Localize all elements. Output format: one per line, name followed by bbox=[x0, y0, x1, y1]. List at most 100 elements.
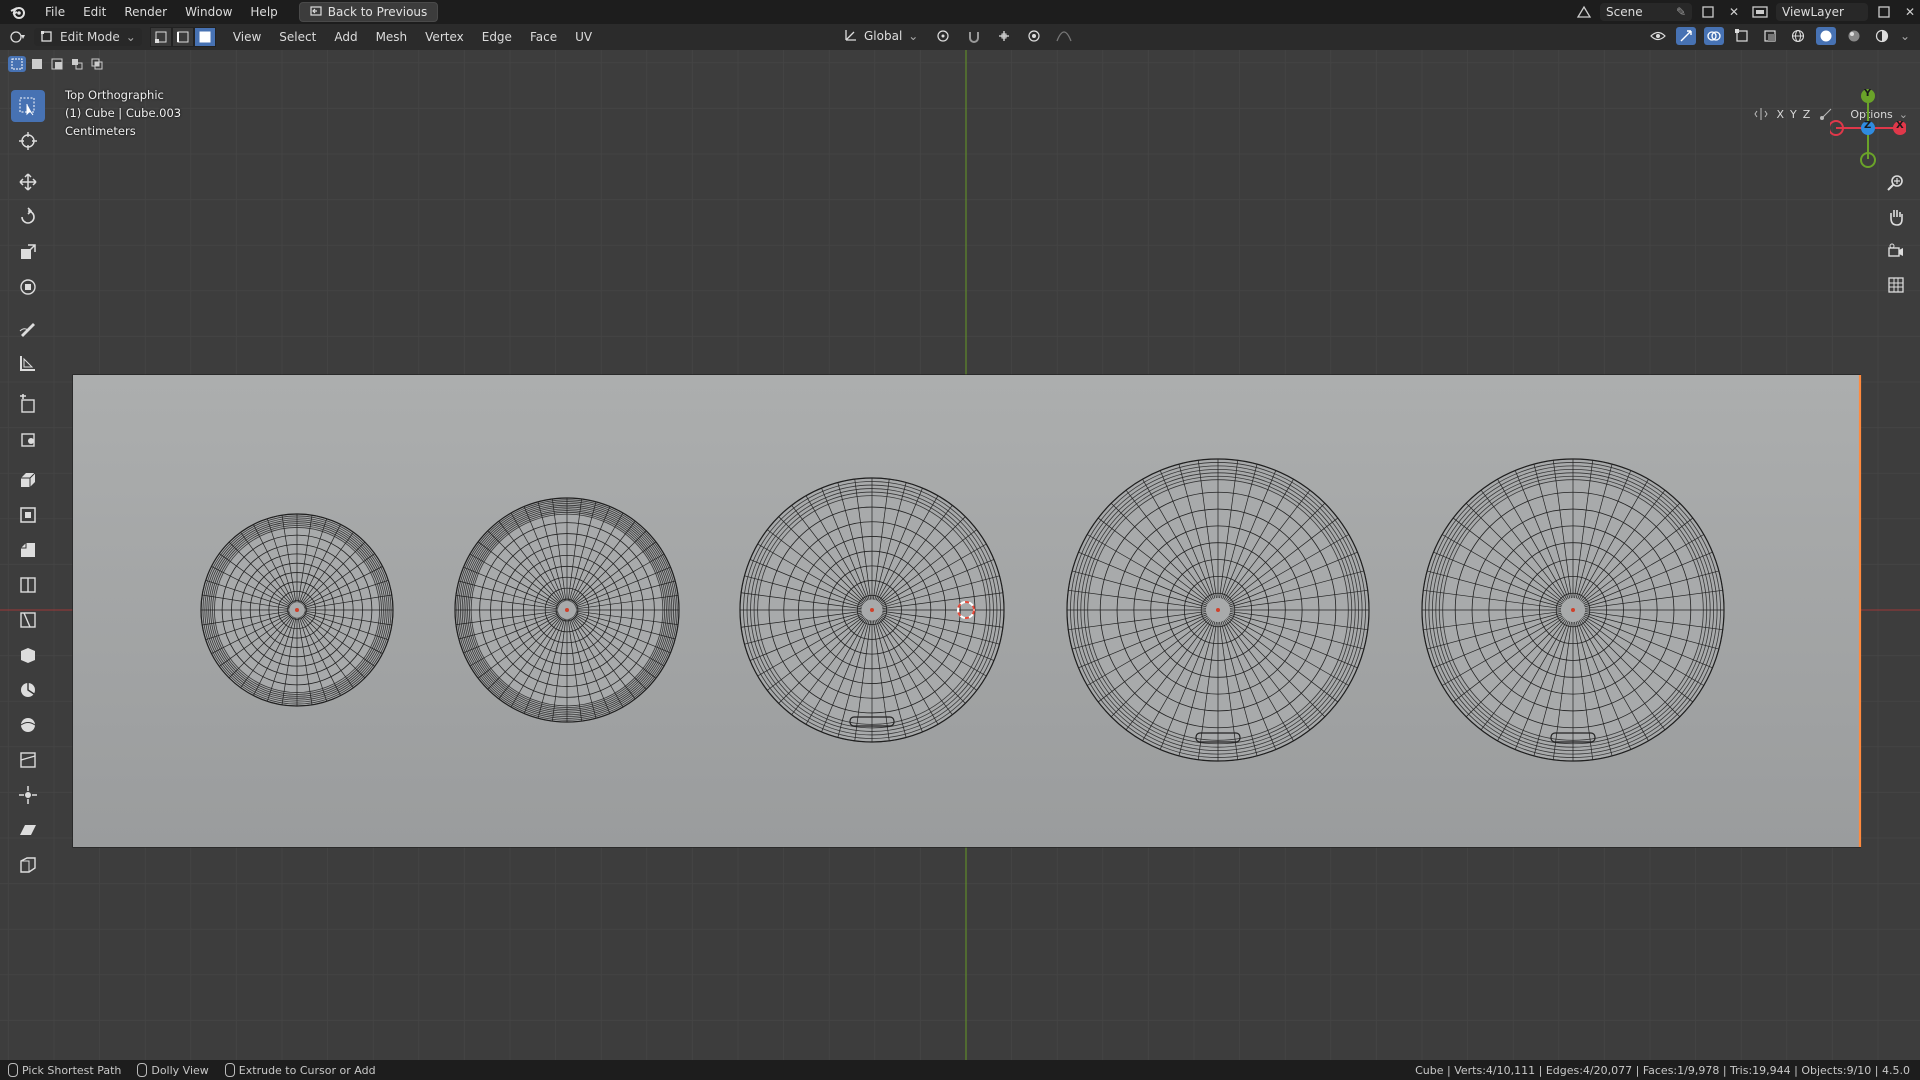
editor-type-icon[interactable] bbox=[8, 28, 28, 46]
rendered-shading-icon[interactable] bbox=[1872, 27, 1892, 45]
axis-z-toggle[interactable]: Z bbox=[1803, 108, 1811, 121]
face-select-button[interactable] bbox=[193, 27, 216, 47]
shrink-fatten-tool[interactable] bbox=[11, 779, 45, 811]
menu-add[interactable]: Add bbox=[325, 30, 366, 44]
bevel-tool[interactable] bbox=[11, 534, 45, 566]
material-shading-icon[interactable] bbox=[1844, 27, 1864, 45]
scene-statistics: Cube | Verts:4/10,111 | Edges:4/20,077 |… bbox=[1415, 1060, 1910, 1080]
mode-label: Edit Mode bbox=[60, 30, 120, 44]
add-primitive-tool[interactable] bbox=[11, 423, 45, 455]
shear-tool[interactable] bbox=[11, 814, 45, 846]
transform-tool[interactable] bbox=[11, 271, 45, 303]
wireframe-disc-4 bbox=[1066, 458, 1370, 762]
edge-slide-tool[interactable] bbox=[11, 744, 45, 776]
annotate-tool[interactable] bbox=[11, 312, 45, 344]
pin-icon[interactable]: ✎ bbox=[1676, 5, 1686, 19]
solid-shading-icon[interactable] bbox=[1815, 27, 1836, 45]
wireframe-shading-icon[interactable] bbox=[1788, 27, 1808, 45]
select-intersect-icon[interactable] bbox=[88, 56, 106, 72]
snap-target-icon[interactable] bbox=[994, 27, 1014, 45]
proportional-edit-icon[interactable] bbox=[1024, 27, 1044, 45]
menu-help[interactable]: Help bbox=[241, 0, 286, 24]
scene-icon[interactable] bbox=[1574, 3, 1594, 21]
vertex-select-button[interactable] bbox=[149, 27, 172, 47]
hint-left-label: Pick Shortest Path bbox=[22, 1063, 122, 1077]
delete-scene-icon[interactable]: ✕ bbox=[1724, 3, 1744, 21]
knife-tool[interactable] bbox=[11, 604, 45, 636]
edge-select-button[interactable] bbox=[171, 27, 194, 47]
new-scene-icon[interactable] bbox=[1698, 3, 1718, 21]
visibility-icon[interactable] bbox=[1648, 27, 1668, 45]
spin-tool[interactable] bbox=[11, 674, 45, 706]
select-box-tool[interactable] bbox=[11, 90, 45, 122]
menu-edit[interactable]: Edit bbox=[74, 0, 115, 24]
pan-hand-icon[interactable] bbox=[1883, 204, 1909, 230]
mouse-middle-icon bbox=[137, 1063, 148, 1077]
mesh-edit-overlay-icon[interactable] bbox=[1732, 27, 1752, 45]
back-icon bbox=[310, 5, 322, 19]
menu-face[interactable]: Face bbox=[521, 30, 566, 44]
transform-orientation-dropdown[interactable]: Global ⌄ bbox=[838, 27, 924, 45]
viewport-nav-buttons bbox=[1883, 170, 1909, 298]
perspective-toggle-icon[interactable] bbox=[1883, 272, 1909, 298]
poly-build-tool[interactable] bbox=[11, 639, 45, 671]
axis-y-toggle[interactable]: Y bbox=[1790, 108, 1797, 121]
menu-select[interactable]: Select bbox=[270, 30, 325, 44]
menu-render[interactable]: Render bbox=[115, 0, 176, 24]
camera-view-icon[interactable] bbox=[1883, 238, 1909, 264]
select-extend-icon[interactable] bbox=[28, 56, 46, 72]
delete-view-layer-icon[interactable]: ✕ bbox=[1900, 3, 1920, 21]
loop-cut-tool[interactable] bbox=[11, 569, 45, 601]
viewport-display-controls: ⌄ bbox=[1648, 27, 1910, 45]
menu-window[interactable]: Window bbox=[176, 0, 241, 24]
snap-toggle-icon[interactable] bbox=[964, 27, 984, 45]
mirror-icon[interactable] bbox=[1751, 105, 1771, 123]
chevron-down-icon: ⌄ bbox=[908, 29, 919, 43]
blender-logo-icon[interactable] bbox=[0, 5, 36, 19]
zoom-icon[interactable] bbox=[1883, 170, 1909, 196]
hint-middle-click: Dolly View bbox=[137, 1063, 209, 1077]
gizmo-z-label: Z bbox=[1864, 120, 1872, 131]
scale-tool[interactable] bbox=[11, 236, 45, 268]
menu-vertex[interactable]: Vertex bbox=[416, 30, 473, 44]
add-cube-tool[interactable] bbox=[11, 388, 45, 420]
back-to-previous-button[interactable]: Back to Previous bbox=[298, 2, 439, 22]
move-tool[interactable] bbox=[11, 166, 45, 198]
mode-dropdown[interactable]: Edit Mode ⌄ bbox=[34, 28, 142, 46]
gizmo-toggle-icon[interactable] bbox=[1675, 27, 1696, 45]
select-invert-icon[interactable] bbox=[68, 56, 86, 72]
select-subtract-icon[interactable] bbox=[48, 56, 66, 72]
view-name: Top Orthographic bbox=[65, 88, 164, 102]
chevron-down-icon[interactable]: ⌄ bbox=[1900, 29, 1910, 43]
mouse-right-icon bbox=[224, 1063, 235, 1077]
status-bar: Pick Shortest Path Dolly View Extrude to… bbox=[0, 1060, 1920, 1080]
menu-view[interactable]: View bbox=[224, 30, 270, 44]
rip-region-tool[interactable] bbox=[11, 849, 45, 881]
new-view-layer-icon[interactable] bbox=[1874, 3, 1894, 21]
axis-x-toggle[interactable]: X bbox=[1777, 108, 1785, 121]
viewport-info: Top Orthographic (1) Cube | Cube.003 Cen… bbox=[65, 86, 181, 140]
menu-mesh[interactable]: Mesh bbox=[367, 30, 417, 44]
falloff-icon[interactable] bbox=[1054, 27, 1074, 45]
rotate-tool[interactable] bbox=[11, 201, 45, 233]
scene-field[interactable]: Scene ✎ bbox=[1600, 3, 1692, 21]
wireframe-disc-5 bbox=[1421, 458, 1725, 762]
overlays-toggle-icon[interactable] bbox=[1703, 27, 1724, 45]
xray-toggle-icon[interactable] bbox=[1760, 27, 1780, 45]
pivot-point-icon[interactable] bbox=[934, 27, 954, 45]
units-label: Centimeters bbox=[65, 124, 136, 138]
view-layer-icon[interactable] bbox=[1750, 3, 1770, 21]
measure-tool[interactable] bbox=[11, 347, 45, 379]
cursor-tool[interactable] bbox=[11, 125, 45, 157]
3d-viewport[interactable]: X Y Z Options ⌄ bbox=[0, 50, 1920, 1060]
menu-uv[interactable]: UV bbox=[566, 30, 601, 44]
extrude-region-tool[interactable] bbox=[11, 464, 45, 496]
menu-file[interactable]: File bbox=[36, 0, 74, 24]
smooth-tool[interactable] bbox=[11, 709, 45, 741]
inset-faces-tool[interactable] bbox=[11, 499, 45, 531]
viewport-grid bbox=[0, 50, 1920, 1060]
menu-edge[interactable]: Edge bbox=[473, 30, 521, 44]
view-layer-field[interactable]: ViewLayer bbox=[1776, 3, 1868, 21]
select-new-icon[interactable] bbox=[8, 56, 26, 72]
navigation-gizmo[interactable]: Y Z X bbox=[1828, 85, 1907, 178]
